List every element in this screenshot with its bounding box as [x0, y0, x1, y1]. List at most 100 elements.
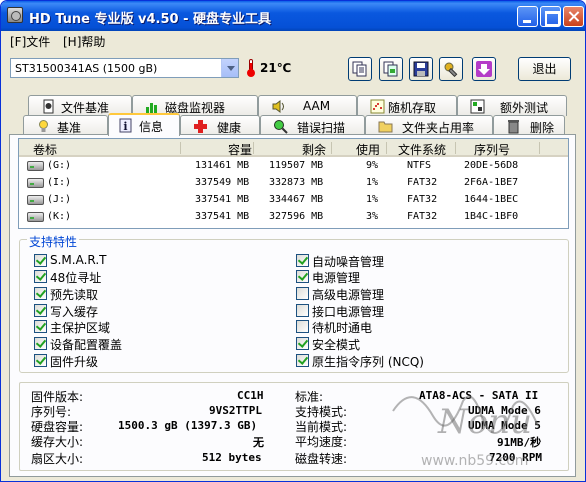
firmware-value: CC1H	[237, 389, 264, 402]
checkbox[interactable]	[34, 254, 47, 267]
supported-mode-value: UDMA Mode 6	[468, 404, 541, 417]
maximize-button[interactable]	[540, 6, 561, 27]
checkbox[interactable]	[34, 270, 47, 283]
cell-label: (G:)	[47, 160, 72, 171]
tab-aam[interactable]: AAM	[258, 95, 357, 116]
menu-bar: [F]文件 [H]帮助	[1, 31, 585, 49]
features-group-title: 支持特性	[27, 233, 80, 250]
app-icon	[7, 7, 23, 23]
avg-speed-value: 91MB/秒	[497, 436, 542, 449]
cell-used: 9%	[366, 160, 379, 171]
cell-used: 1%	[366, 194, 379, 205]
partition-list[interactable]: 卷标 容量 剩余 使用 文件系统 序列号 (G:) 131461 MB 1195…	[18, 138, 569, 229]
checkbox[interactable]	[296, 304, 309, 317]
drive-icon	[27, 195, 44, 205]
save-button[interactable]	[409, 57, 433, 81]
checkbox[interactable]	[296, 337, 309, 350]
tab-folder-usage[interactable]: 文件夹占用率	[365, 115, 493, 136]
column-header[interactable]: 文件系统	[398, 141, 446, 158]
column-header[interactable]: 容量	[228, 141, 252, 158]
drive-icon	[27, 178, 44, 188]
column-header[interactable]: 使用	[356, 141, 380, 158]
checkbox[interactable]	[296, 354, 309, 367]
copy-text-button[interactable]	[348, 57, 372, 81]
checkbox[interactable]	[296, 254, 309, 267]
cell-capacity: 337541 MB	[195, 194, 250, 205]
tab-benchmark[interactable]: 基准	[23, 115, 108, 136]
column-header[interactable]: 序列号	[474, 141, 510, 158]
app-window: HD Tune 专业版 v4.50 - 硬盘专业工具 [F]文件 [H]帮助 S…	[0, 0, 586, 482]
cell-free: 334467 MB	[269, 194, 324, 205]
grid-icon	[470, 99, 485, 114]
partition-row[interactable]: (K:) 337541 MB 327596 MB 3% FAT32 1B4C-1…	[19, 209, 568, 226]
tab-label: 额外测试	[500, 101, 549, 115]
rpm-label: 磁盘转速:	[295, 452, 348, 466]
tab-info[interactable]: i 信息	[108, 113, 180, 136]
chevron-down-icon[interactable]	[221, 59, 238, 77]
sector-size-label: 扇区大小:	[31, 452, 84, 466]
clipboard-icon	[383, 61, 398, 77]
temperature-readout: 21℃	[260, 61, 292, 75]
column-header[interactable]: 剩余	[302, 141, 326, 158]
checkbox[interactable]	[34, 354, 47, 367]
menu-help[interactable]: [H]帮助	[63, 33, 105, 50]
column-header[interactable]: 卷标	[33, 141, 57, 158]
cell-used: 3%	[366, 211, 379, 222]
checkbox[interactable]	[34, 304, 47, 317]
cell-serial: 1644-1BEC	[464, 194, 519, 205]
close-button[interactable]	[563, 6, 584, 27]
tab-error-scan[interactable]: 错误扫描	[260, 115, 365, 136]
lightbulb-icon	[39, 120, 48, 132]
cell-serial: 20DE-56D8	[464, 160, 519, 171]
minimize-button[interactable]	[517, 6, 538, 27]
drive-select[interactable]: ST31500341AS (1500 gB)	[10, 58, 239, 78]
svg-text:i: i	[123, 120, 127, 133]
copy-screenshot-button[interactable]	[379, 57, 403, 81]
standard-value: ATA8-ACS - SATA II	[419, 389, 539, 402]
options-button[interactable]	[439, 57, 463, 81]
tab-label: 信息	[139, 120, 164, 134]
red-cross-icon	[194, 120, 207, 133]
menu-file[interactable]: [F]文件	[10, 33, 50, 50]
cell-label: (J:)	[47, 194, 72, 205]
tab-extra-tests[interactable]: 额外测试	[457, 95, 567, 116]
speaker-icon	[272, 100, 284, 113]
partition-row[interactable]: (I:) 337549 MB 332873 MB 1% FAT32 2F6A-1…	[19, 175, 568, 192]
folder-icon	[378, 121, 393, 133]
checkbox[interactable]	[34, 320, 47, 333]
window-title: HD Tune 专业版 v4.50 - 硬盘专业工具	[29, 12, 272, 27]
checkbox[interactable]	[296, 320, 309, 333]
cell-capacity: 131461 MB	[195, 160, 250, 171]
cell-filesystem: NTFS	[407, 160, 432, 171]
cache-value: 无	[253, 436, 264, 449]
checkbox[interactable]	[296, 270, 309, 283]
current-mode-value: UDMA Mode 5	[468, 419, 541, 432]
checkbox[interactable]	[296, 287, 309, 300]
cell-label: (K:)	[47, 211, 72, 222]
cache-label: 缓存大小:	[31, 435, 84, 449]
checkbox[interactable]	[34, 287, 47, 300]
download-arrow-icon	[476, 61, 492, 77]
cell-capacity: 337541 MB	[195, 211, 250, 222]
info-icon: i	[119, 118, 132, 133]
drive-icon	[27, 212, 44, 222]
rpm-value: 7200 RPM	[489, 451, 542, 464]
avg-speed-label: 平均速度:	[295, 435, 348, 449]
partition-row[interactable]: (G:) 131461 MB 119507 MB 9% NTFS 20DE-56…	[19, 158, 568, 175]
tab-erase[interactable]: 删除	[493, 115, 565, 136]
tab-label: 文件基准	[61, 101, 110, 115]
title-bar[interactable]: HD Tune 专业版 v4.50 - 硬盘专业工具	[1, 1, 585, 31]
cell-serial: 2F6A-1BE7	[464, 177, 519, 188]
cell-used: 1%	[366, 177, 379, 188]
partition-row[interactable]: (J:) 337541 MB 334467 MB 1% FAT32 1644-1…	[19, 192, 568, 209]
copy-icon	[352, 61, 367, 77]
exit-button[interactable]: 退出	[518, 57, 571, 81]
cell-filesystem: FAT32	[407, 194, 438, 205]
scatter-icon	[370, 99, 385, 114]
magnifier-icon	[274, 120, 288, 134]
tab-random-access[interactable]: 随机存取	[357, 95, 457, 116]
checkbox[interactable]	[34, 337, 47, 350]
download-button[interactable]	[472, 57, 496, 81]
floppy-disk-icon	[413, 61, 429, 77]
tab-health[interactable]: 健康	[180, 115, 260, 136]
